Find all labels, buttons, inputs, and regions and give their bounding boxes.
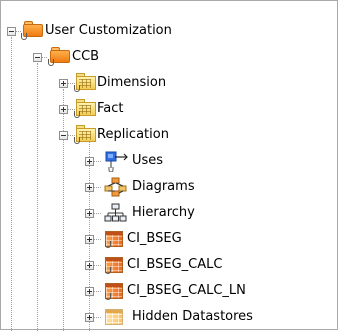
expand-toggle[interactable] xyxy=(59,105,68,114)
tree-node-ci-bseg[interactable]: CI_BSEG xyxy=(1,228,331,250)
tree-node-label: Fact xyxy=(97,101,124,116)
yellow-folder-icon xyxy=(74,124,96,146)
hierarchy-icon xyxy=(103,202,129,224)
tree-node-label: Dimension xyxy=(97,75,167,90)
yellow-folder-icon xyxy=(74,72,96,94)
expand-toggle[interactable] xyxy=(85,157,94,166)
orange-folder-icon xyxy=(48,46,70,68)
collapse-toggle[interactable] xyxy=(59,131,68,140)
tree-node-label: CI_BSEG xyxy=(127,231,182,246)
tree-node-label: CI_BSEG_CALC_LN xyxy=(127,283,246,298)
table-icon xyxy=(105,228,125,250)
expand-toggle[interactable] xyxy=(85,261,94,270)
tree-node-dimension[interactable]: Dimension xyxy=(1,72,331,94)
tree-node-user-customization[interactable]: User Customization xyxy=(1,20,331,42)
tree-node-ccb[interactable]: CCB xyxy=(1,46,331,68)
orange-folder-icon xyxy=(21,20,43,42)
tree-node-label: Hierarchy xyxy=(132,205,195,220)
tree-node-label: CI_BSEG_CALC xyxy=(127,257,223,272)
tree-node-fact[interactable]: Fact xyxy=(1,98,331,120)
expand-toggle[interactable] xyxy=(85,287,94,296)
tree-node-label: Replication xyxy=(97,127,169,142)
diagram-icon xyxy=(103,176,129,198)
tree-node-replication[interactable]: Replication xyxy=(1,124,331,146)
expand-toggle[interactable] xyxy=(85,209,94,218)
tree-node-label: CCB xyxy=(72,49,100,64)
tree-node-ci-bseg-calc[interactable]: CI_BSEG_CALC xyxy=(1,254,331,276)
tree-node-hidden-datastores[interactable]: Hidden Datastores xyxy=(1,306,331,328)
expand-toggle[interactable] xyxy=(59,79,68,88)
tree-node-label: Diagrams xyxy=(132,179,195,194)
table-icon xyxy=(105,254,125,276)
yellow-folder-icon xyxy=(74,98,96,120)
table-icon xyxy=(105,280,125,302)
table-icon xyxy=(105,306,125,328)
tree-panel: User Customization CCB Dimension Fact Re… xyxy=(0,0,338,331)
tree-node-ci-bseg-calc-ln[interactable]: CI_BSEG_CALC_LN xyxy=(1,280,331,302)
tree-node-uses[interactable]: Uses xyxy=(1,150,331,173)
collapse-toggle[interactable] xyxy=(33,53,42,62)
expand-toggle[interactable] xyxy=(85,235,94,244)
tree-node-label: Uses xyxy=(132,153,164,168)
expand-toggle[interactable] xyxy=(85,183,94,192)
collapse-toggle[interactable] xyxy=(7,27,16,36)
arrow-uses-icon xyxy=(103,150,129,173)
tree-node-label: Hidden Datastores xyxy=(132,309,253,324)
tree-node-label: User Customization xyxy=(45,23,172,38)
tree-node-hierarchy[interactable]: Hierarchy xyxy=(1,202,331,224)
tree-node-diagrams[interactable]: Diagrams xyxy=(1,176,331,198)
expand-toggle[interactable] xyxy=(85,313,94,322)
